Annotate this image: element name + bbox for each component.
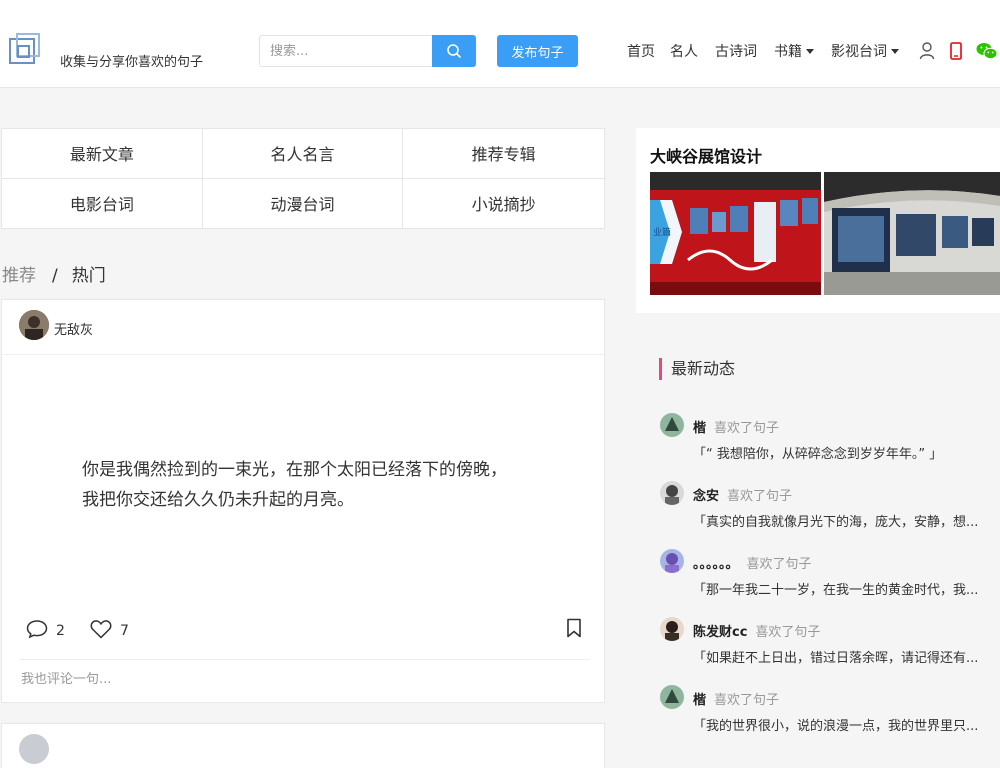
comment-icon xyxy=(26,619,48,638)
feed-sentence[interactable]: 「真实的自我就像月光下的海，庞大，安静，想... xyxy=(693,511,1000,530)
comment-input[interactable] xyxy=(21,672,581,687)
avatar[interactable] xyxy=(660,617,684,641)
feed-sentence[interactable]: 「如果赶不上日出，错过日落余晖，请记得还有... xyxy=(693,647,1000,666)
nav-celebrities[interactable]: 名人 xyxy=(670,41,698,61)
feed-sentence[interactable]: 「那一年我二十一岁，在我一生的黄金时代，我... xyxy=(693,579,1000,598)
bookmark-button[interactable] xyxy=(566,618,582,638)
chevron-down-icon xyxy=(806,48,814,54)
like-count: 7 xyxy=(120,623,129,639)
search-button[interactable] xyxy=(432,35,476,67)
search-input[interactable] xyxy=(259,35,433,67)
feed-user[interactable]: 陈发财cc 喜欢了句子 xyxy=(693,621,820,640)
phone-icon[interactable] xyxy=(946,41,966,61)
tab-recommend[interactable]: 推荐 xyxy=(2,266,36,286)
feed-sentence[interactable]: 「“ 我想陪你，从碎碎念念到岁岁年年。” 」 xyxy=(693,443,1000,462)
post-actions: 2 7 xyxy=(20,618,590,642)
publish-button[interactable]: 发布句子 xyxy=(497,35,578,67)
card-divider xyxy=(20,659,590,660)
post-author[interactable]: 无敌灰 xyxy=(54,319,93,338)
category-grid: 最新文章 名人名言 推荐专辑 电影台词 动漫台词 小说摘抄 xyxy=(1,128,605,229)
avatar[interactable] xyxy=(660,413,684,437)
nav-books[interactable]: 书籍 xyxy=(774,41,814,61)
feed-user[interactable]: 楷喜欢了句子 xyxy=(693,689,779,708)
post-header: 无敌灰 xyxy=(2,300,604,355)
avatar[interactable] xyxy=(19,734,49,764)
category-movie-lines[interactable]: 电影台词 xyxy=(2,178,203,228)
category-anime-lines[interactable]: 动漫台词 xyxy=(203,178,404,228)
ad-image-left[interactable]: 业篇 xyxy=(650,172,821,295)
category-famous-quotes[interactable]: 名人名言 xyxy=(202,129,404,179)
tab-separator: / xyxy=(52,266,58,286)
feed-item: 楷喜欢了句子 「“ 我想陪你，从碎碎念念到岁岁年年。” 」 xyxy=(660,413,1000,469)
comment-button[interactable]: 2 xyxy=(26,618,65,639)
category-recommended-albums[interactable]: 推荐专辑 xyxy=(403,129,604,179)
heart-icon xyxy=(90,619,112,639)
avatar[interactable] xyxy=(19,310,49,340)
nav-home[interactable]: 首页 xyxy=(627,41,655,61)
logo-icon[interactable] xyxy=(8,32,42,66)
site-header: 收集与分享你喜欢的句子 发布句子 首页 名人 古诗词 书籍 影视台词 xyxy=(0,0,1000,88)
chevron-down-icon xyxy=(891,48,899,54)
feed-sentence[interactable]: 「我的世界很小，说的浪漫一点，我的世界里只... xyxy=(693,715,1000,734)
avatar[interactable] xyxy=(660,481,684,505)
feed-user[interactable]: 念安 喜欢了句子 xyxy=(693,485,792,504)
nav-film-lines[interactable]: 影视台词 xyxy=(831,41,899,61)
feed-title: 最新动态 xyxy=(659,358,735,380)
feed-user[interactable]: 。。。。。。 喜欢了句子 xyxy=(693,553,812,572)
post-card-next xyxy=(1,723,605,768)
wechat-icon[interactable] xyxy=(975,41,999,61)
feed-item: 。。。。。。 喜欢了句子 「那一年我二十一岁，在我一生的黄金时代，我... xyxy=(660,549,1000,605)
comment-count: 2 xyxy=(56,623,65,639)
feed-tabs: 推荐 / 热门 xyxy=(2,261,106,286)
search-box xyxy=(259,35,476,67)
user-icon[interactable] xyxy=(917,41,937,61)
like-button[interactable]: 7 xyxy=(90,618,129,639)
feed-item: 陈发财cc 喜欢了句子 「如果赶不上日出，错过日落余晖，请记得还有... xyxy=(660,617,1000,673)
ad-title[interactable]: 大峡谷展馆设计 xyxy=(650,143,762,167)
category-novel-excerpts[interactable]: 小说摘抄 xyxy=(403,179,604,229)
post-quote[interactable]: 你是我偶然捡到的一束光，在那个太阳已经落下的傍晚，我把你交还给久久仍未升起的月亮… xyxy=(82,455,512,515)
feed-item: 楷喜欢了句子 「我的世界很小，说的浪漫一点，我的世界里只... xyxy=(660,685,1000,741)
ad-banner[interactable]: 大峡谷展馆设计 业篇 广告 xyxy=(636,128,1000,313)
nav-poetry[interactable]: 古诗词 xyxy=(715,41,757,61)
ad-image-right[interactable]: 广告 xyxy=(824,172,1000,295)
site-slogan: 收集与分享你喜欢的句子 xyxy=(60,55,204,70)
search-icon xyxy=(447,44,461,58)
category-latest-articles[interactable]: 最新文章 xyxy=(2,129,203,179)
tab-hot[interactable]: 热门 xyxy=(72,266,106,286)
ad-banner-text: 业篇 xyxy=(653,226,671,238)
feed-user[interactable]: 楷喜欢了句子 xyxy=(693,417,779,436)
avatar[interactable] xyxy=(660,685,684,709)
feed-item: 念安 喜欢了句子 「真实的自我就像月光下的海，庞大，安静，想... xyxy=(660,481,1000,537)
avatar[interactable] xyxy=(660,549,684,573)
bookmark-icon xyxy=(567,618,581,638)
